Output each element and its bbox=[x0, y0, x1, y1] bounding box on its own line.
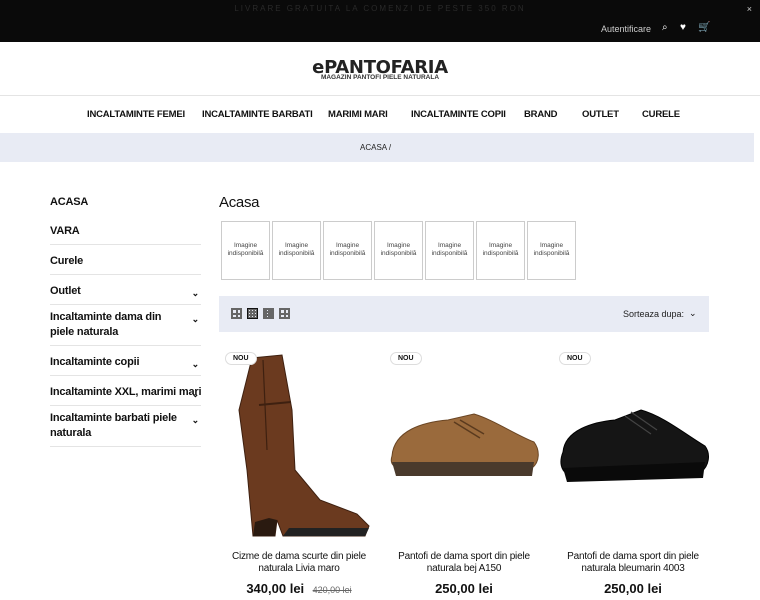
thumb-placeholder-text: Imagine indisponibilă bbox=[482, 242, 519, 257]
new-badge: NOU bbox=[559, 352, 591, 365]
chevron-down-icon[interactable]: ⌄ bbox=[192, 387, 200, 402]
nav-marimi-mari[interactable]: MARIMI MARI bbox=[328, 109, 388, 120]
chevron-down-icon[interactable]: ⌄ bbox=[689, 308, 697, 319]
thumb-placeholder-text: Imagine indisponibilă bbox=[278, 242, 315, 257]
thumb-placeholder-text: Imagine indisponibilă bbox=[380, 242, 417, 257]
nav-incaltaminte-copii[interactable]: INCALTAMINTE COPII bbox=[411, 109, 506, 120]
category-sidebar: ACASA VARA Curele Outlet ⌄ Incaltaminte d… bbox=[50, 190, 202, 447]
sidebar-item-xxl[interactable]: Incaltaminte XXL, marimi mari ⌄ bbox=[50, 380, 202, 406]
listing-toolbar: Sorteaza dupa: ⌄ bbox=[219, 296, 709, 332]
chevron-down-icon[interactable]: ⌄ bbox=[192, 312, 200, 327]
page-title: Acasa bbox=[219, 194, 260, 211]
product-name[interactable]: Pantofi de dama sport din piele naturala… bbox=[553, 551, 713, 575]
sidebar-item-incaltaminte-dama[interactable]: Incaltaminte dama din piele naturala ⌄ bbox=[50, 305, 201, 346]
sidebar-item-vara[interactable]: VARA bbox=[50, 219, 201, 245]
promo-banner: LIVRARE GRATUITA LA COMENZI DE PESTE 350… bbox=[234, 4, 526, 13]
list-view-icon[interactable] bbox=[279, 308, 290, 319]
nav-curele[interactable]: CURELE bbox=[642, 109, 680, 120]
tagline: MAGAZIN PANTOFI PIELE NATURALA bbox=[320, 74, 440, 81]
breadcrumb[interactable]: ACASA / bbox=[360, 143, 391, 152]
sidebar-item-barbati[interactable]: Incaltaminte barbati piele naturala ⌄ bbox=[50, 406, 201, 447]
sidebar-item-label: ACASA bbox=[50, 196, 89, 208]
grid-2-icon[interactable] bbox=[231, 308, 242, 319]
chevron-down-icon[interactable]: ⌄ bbox=[192, 413, 200, 428]
sidebar-item-label: Outlet bbox=[50, 285, 81, 297]
sidebar-item-label: Incaltaminte copii bbox=[50, 356, 140, 368]
nav-incaltaminte-femei[interactable]: INCALTAMINTE FEMEI bbox=[87, 109, 185, 120]
category-thumb[interactable]: Imagine indisponibilă bbox=[221, 221, 270, 280]
search-icon[interactable]: ⌕ bbox=[662, 23, 668, 33]
product-card[interactable]: NOU Pantofi de dama sport din piele natu… bbox=[553, 350, 713, 600]
chevron-down-icon[interactable]: ⌄ bbox=[192, 286, 200, 301]
product-price: 340,00 lei bbox=[246, 581, 305, 596]
price-row: 250,00 lei bbox=[384, 580, 544, 598]
sidebar-item-label: Incaltaminte barbati piele naturala bbox=[50, 412, 177, 439]
heart-icon[interactable]: ♥ bbox=[680, 23, 686, 33]
category-thumb[interactable]: Imagine indisponibilă bbox=[476, 221, 525, 280]
product-card[interactable]: NOU Cizme de dama scurte din piele natur… bbox=[219, 350, 379, 600]
nav-incaltaminte-barbati[interactable]: INCALTAMINTE BARBATI bbox=[202, 109, 313, 120]
login-link[interactable]: Autentificare bbox=[601, 24, 651, 34]
sidebar-item-label: VARA bbox=[50, 225, 80, 237]
grid-3-icon[interactable] bbox=[247, 308, 258, 319]
category-thumb[interactable]: Imagine indisponibilă bbox=[425, 221, 474, 280]
sidebar-item-curele[interactable]: Curele bbox=[50, 249, 201, 275]
product-image-sneaker-beige[interactable] bbox=[384, 350, 544, 545]
category-thumb[interactable]: Imagine indisponibilă bbox=[374, 221, 423, 280]
product-price: 250,00 lei bbox=[435, 581, 493, 596]
product-name[interactable]: Cizme de dama scurte din piele naturala … bbox=[219, 551, 379, 575]
product-name[interactable]: Pantofi de dama sport din piele naturala… bbox=[384, 551, 544, 575]
close-icon[interactable]: × bbox=[747, 4, 752, 14]
sidebar-item-label: Incaltaminte dama din piele naturala bbox=[50, 311, 162, 338]
thumb-placeholder-text: Imagine indisponibilă bbox=[329, 242, 366, 257]
product-image-sneaker-black[interactable] bbox=[553, 350, 713, 545]
new-badge: NOU bbox=[390, 352, 422, 365]
category-thumb[interactable]: Imagine indisponibilă bbox=[272, 221, 321, 280]
category-thumb[interactable]: Imagine indisponibilă bbox=[323, 221, 372, 280]
thumb-placeholder-text: Imagine indisponibilă bbox=[431, 242, 468, 257]
grid-4-icon[interactable] bbox=[263, 308, 274, 319]
cart-icon[interactable]: 🛒 bbox=[698, 23, 710, 33]
product-price: 250,00 lei bbox=[604, 581, 662, 596]
category-thumb[interactable]: Imagine indisponibilă bbox=[527, 221, 576, 280]
sidebar-item-label: Incaltaminte XXL, marimi mari bbox=[50, 386, 202, 398]
product-image-boot[interactable] bbox=[219, 350, 379, 545]
header: ePANTOFARIA MAGAZIN PANTOFI PIELE NATURA… bbox=[0, 42, 760, 96]
sort-label[interactable]: Sorteaza dupa: bbox=[623, 309, 684, 319]
main-nav: INCALTAMINTE FEMEI INCALTAMINTE BARBATI … bbox=[0, 96, 760, 133]
thumb-placeholder-text: Imagine indisponibilă bbox=[533, 242, 570, 257]
price-row: 340,00 lei 420,00 lei bbox=[219, 580, 379, 598]
thumb-placeholder-text: Imagine indisponibilă bbox=[227, 242, 264, 257]
old-price: 420,00 lei bbox=[312, 585, 352, 595]
top-bar: LIVRARE GRATUITA LA COMENZI DE PESTE 350… bbox=[0, 0, 760, 42]
new-badge: NOU bbox=[225, 352, 257, 365]
sidebar-item-label: Curele bbox=[50, 255, 84, 267]
nav-outlet[interactable]: OUTLET bbox=[582, 109, 619, 120]
price-row: 250,00 lei bbox=[553, 580, 713, 598]
breadcrumb-bar: ACASA / bbox=[0, 133, 754, 162]
nav-brand[interactable]: BRAND bbox=[524, 109, 558, 120]
sidebar-item-incaltaminte-copii[interactable]: Incaltaminte copii ⌄ bbox=[50, 350, 201, 376]
sidebar-item-acasa[interactable]: ACASA bbox=[50, 190, 201, 215]
product-card[interactable]: NOU Pantofi de dama sport din piele natu… bbox=[384, 350, 544, 600]
chevron-down-icon[interactable]: ⌄ bbox=[192, 357, 200, 372]
sidebar-item-outlet[interactable]: Outlet ⌄ bbox=[50, 279, 201, 305]
